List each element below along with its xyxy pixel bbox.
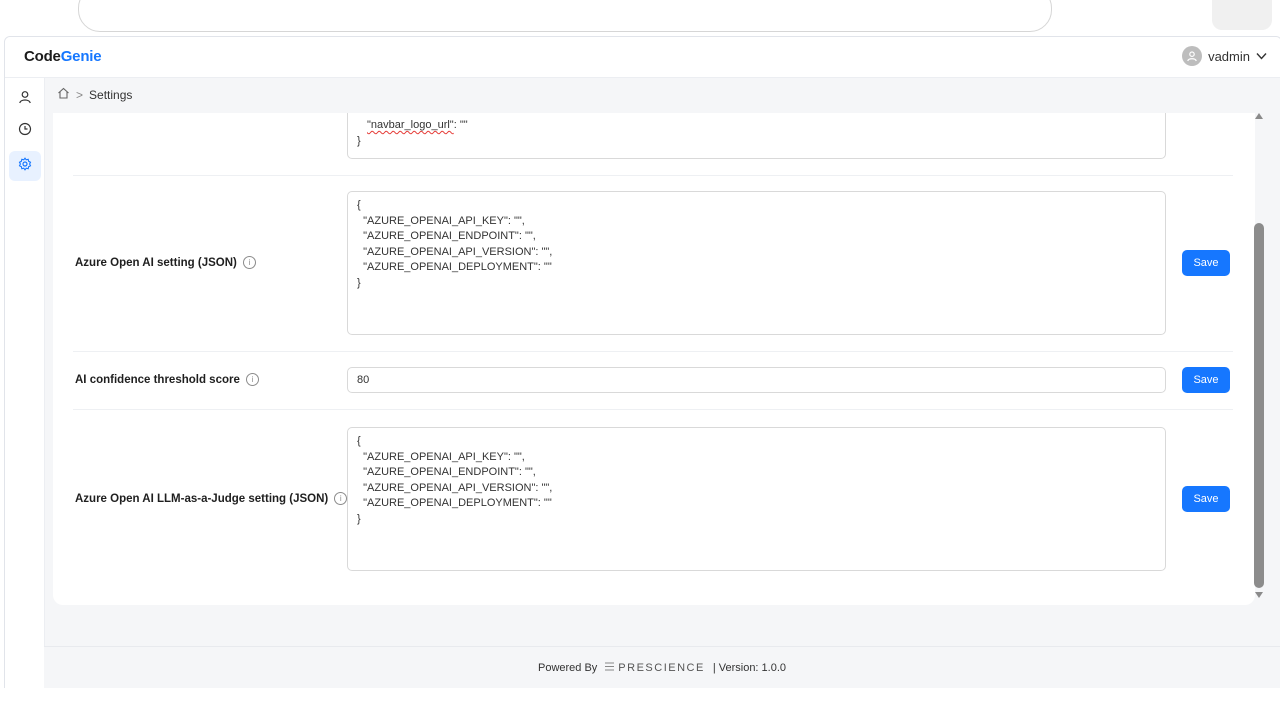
scrollbar-thumb[interactable] — [1254, 223, 1264, 588]
json-line: "navbar_logo_url": "" — [357, 118, 1156, 134]
sidebar-item-settings[interactable] — [9, 151, 41, 181]
json-close-brace: } — [357, 134, 361, 147]
brand-name: PRESCIENCE — [618, 662, 705, 674]
scroll-up-arrow-icon[interactable] — [1255, 113, 1263, 119]
azure-openai-label: Azure Open AI setting (JSON) i — [75, 256, 256, 269]
settings-panel: "navbar_logo_url": "" } Azure Open AI se… — [53, 113, 1255, 605]
address-bar[interactable] — [78, 0, 1052, 32]
settings-row-llm-judge: Azure Open AI LLM-as-a-Judge setting (JS… — [73, 409, 1233, 585]
save-confidence-button[interactable]: Save — [1182, 367, 1230, 393]
breadcrumb-separator: > — [76, 87, 84, 102]
user-menu[interactable]: vadmin — [1182, 46, 1267, 66]
menu-lines-icon — [605, 662, 615, 674]
llm-judge-label-text: Azure Open AI LLM-as-a-Judge setting (JS… — [75, 492, 329, 505]
version-text: | Version: 1.0.0 — [712, 662, 787, 674]
avatar — [1182, 46, 1203, 66]
info-icon[interactable]: i — [334, 492, 348, 505]
app-window: CodeGenie vadmin > Settings "navbar_logo… — [4, 36, 1280, 690]
azure-openai-label-text: Azure Open AI setting (JSON) — [75, 256, 237, 269]
scroll-down-arrow-icon[interactable] — [1255, 592, 1263, 598]
app-logo[interactable]: CodeGenie — [24, 48, 102, 65]
breadcrumb-current: Settings — [89, 87, 133, 102]
chevron-down-icon — [1256, 49, 1267, 63]
page-bottom-area — [0, 688, 1280, 720]
settings-row-branding: "navbar_logo_url": "" } — [73, 113, 1233, 176]
breadcrumb: > Settings — [57, 87, 132, 102]
powered-by-text: Powered By — [537, 662, 598, 674]
llm-judge-label: Azure Open AI LLM-as-a-Judge setting (JS… — [75, 492, 348, 505]
branding-json-field[interactable]: "navbar_logo_url": "" } — [347, 113, 1166, 159]
settings-row-confidence: AI confidence threshold score i 80 Save — [73, 351, 1233, 410]
info-icon[interactable]: i — [242, 256, 256, 269]
confidence-label-text: AI confidence threshold score — [75, 373, 240, 386]
confidence-threshold-input[interactable]: 80 — [347, 367, 1166, 393]
browser-toolbar-button[interactable] — [1212, 0, 1272, 30]
brand-logo: PRESCIENCE — [605, 662, 705, 674]
logo-genie-text: Genie — [60, 48, 102, 65]
json-key-navbar-logo-url: "navbar_logo_url" — [367, 119, 454, 131]
settings-row-azure-openai: Azure Open AI setting (JSON) i { "AZURE_… — [73, 175, 1233, 352]
sidebar-item-users[interactable] — [9, 84, 41, 114]
history-icon — [18, 122, 32, 141]
llm-judge-json-field[interactable]: { "AZURE_OPENAI_API_KEY": "", "AZURE_OPE… — [347, 427, 1166, 571]
info-icon[interactable]: i — [245, 373, 259, 386]
settings-icon — [18, 156, 32, 176]
app-header: CodeGenie vadmin — [5, 37, 1280, 78]
sidebar-item-history[interactable] — [9, 116, 41, 146]
footer: Powered By PRESCIENCE | Version: 1.0.0 — [44, 646, 1280, 689]
user-icon — [18, 90, 32, 109]
browser-chrome — [0, 0, 1280, 36]
user-name: vadmin — [1208, 48, 1250, 64]
json-value: : "" — [453, 119, 468, 131]
sidebar — [5, 78, 45, 689]
save-llm-judge-button[interactable]: Save — [1182, 486, 1230, 512]
save-azure-openai-button[interactable]: Save — [1182, 250, 1230, 276]
azure-openai-json-field[interactable]: { "AZURE_OPENAI_API_KEY": "", "AZURE_OPE… — [347, 191, 1166, 335]
confidence-label: AI confidence threshold score i — [75, 373, 259, 386]
logo-code-text: Code — [24, 48, 61, 65]
home-icon[interactable] — [57, 87, 70, 102]
